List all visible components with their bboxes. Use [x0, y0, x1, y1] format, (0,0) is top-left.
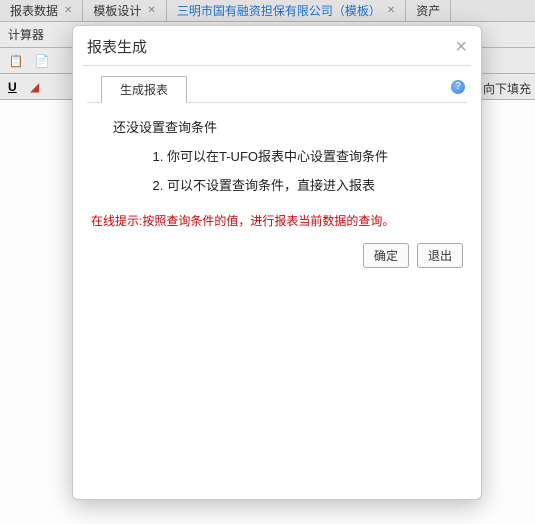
tab-label: 模板设计: [93, 2, 141, 19]
fill-down-label[interactable]: 向下填充: [483, 80, 531, 97]
exit-button[interactable]: 退出: [417, 243, 463, 268]
paste-icon[interactable]: 📋: [8, 53, 24, 69]
tab-strip: 报表数据 ✕ 模板设计 ✕ 三明市国有融资担保有限公司（模板） ✕ 资产: [0, 0, 535, 22]
close-icon[interactable]: ×: [455, 37, 467, 57]
dialog-title: 报表生成: [87, 36, 147, 57]
close-icon[interactable]: ✕: [387, 5, 395, 16]
list-item: 可以不设置查询条件，直接进入报表: [167, 175, 467, 194]
online-hint: 在线提示:按照查询条件的值，进行报表当前数据的查询。: [91, 212, 467, 229]
document-icon[interactable]: 📄: [34, 53, 50, 69]
underline-icon[interactable]: U: [8, 80, 17, 94]
tab-assets[interactable]: 资产: [406, 0, 451, 21]
help-icon[interactable]: ?: [451, 80, 465, 94]
close-icon[interactable]: ✕: [64, 5, 72, 16]
tab-label: 报表数据: [10, 2, 58, 19]
instructions-list: 你可以在T-UFO报表中心设置查询条件 可以不设置查询条件，直接进入报表: [167, 146, 467, 194]
tab-template-design[interactable]: 模板设计 ✕: [83, 0, 166, 21]
calculator-label[interactable]: 计算器: [8, 26, 44, 43]
tab-report-data[interactable]: 报表数据 ✕: [0, 0, 83, 21]
no-conditions-heading: 还没设置查询条件: [113, 117, 467, 136]
fill-color-icon[interactable]: ◢: [27, 79, 43, 95]
tab-generate-report[interactable]: 生成报表: [101, 76, 187, 103]
report-generate-dialog: 报表生成 × ? 生成报表 还没设置查询条件 你可以在T-UFO报表中心设置查询…: [72, 25, 482, 500]
list-item: 你可以在T-UFO报表中心设置查询条件: [167, 146, 467, 165]
close-icon[interactable]: ✕: [147, 5, 155, 16]
tab-company-template[interactable]: 三明市国有融资担保有限公司（模板） ✕: [167, 0, 406, 21]
tab-label: 三明市国有融资担保有限公司（模板）: [177, 2, 381, 19]
ok-button[interactable]: 确定: [363, 243, 409, 268]
tab-label: 资产: [416, 2, 440, 19]
